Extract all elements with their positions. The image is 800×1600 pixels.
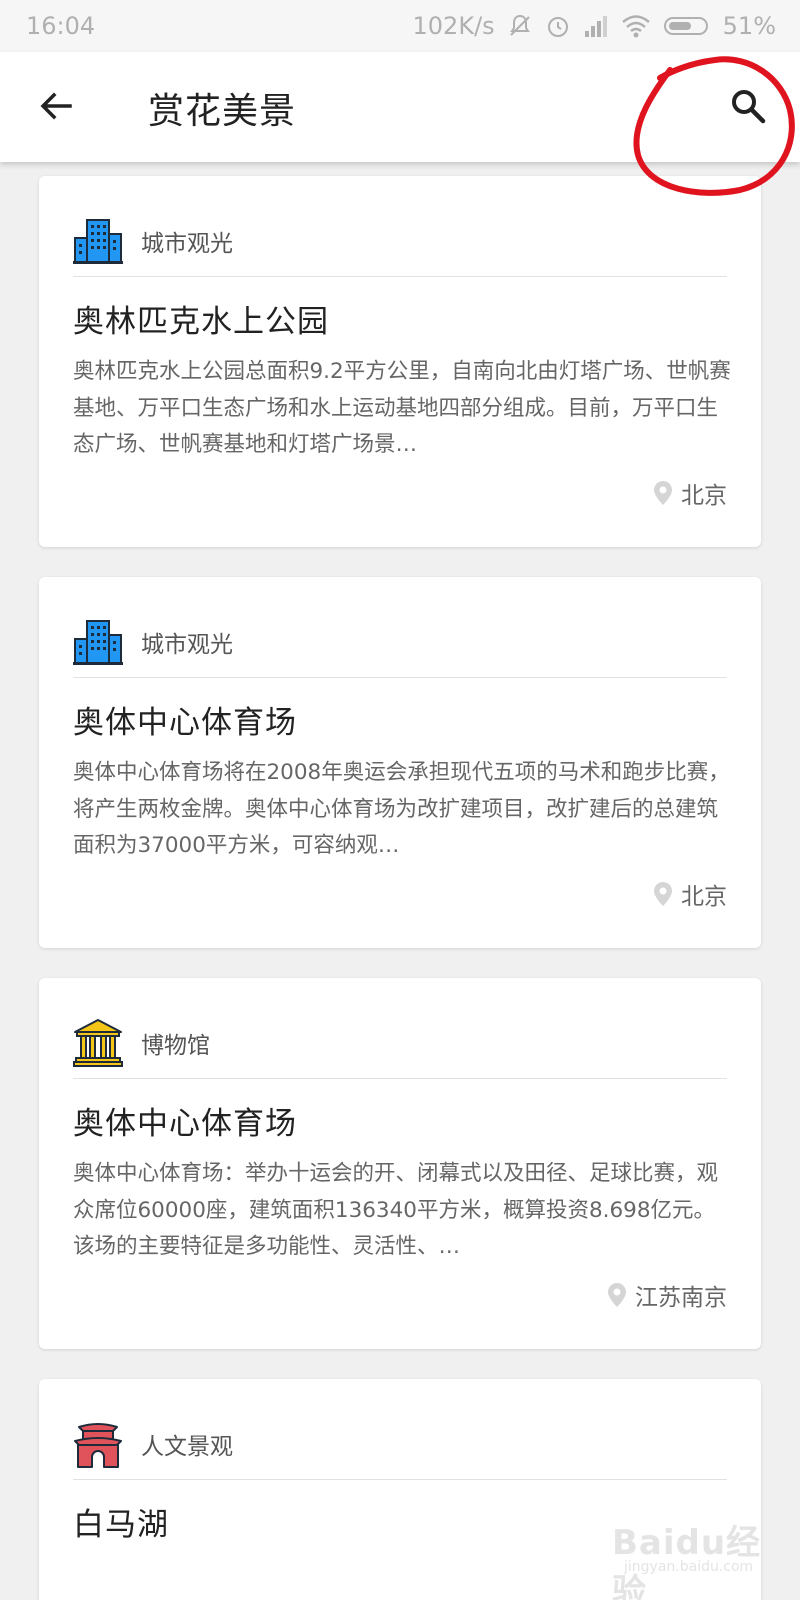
network-speed: 102K/s (412, 12, 495, 40)
back-button[interactable] (36, 86, 76, 126)
city-buildings-icon (73, 216, 123, 266)
alarm-icon (545, 13, 571, 39)
watermark-url: jingyan.baidu.com (624, 1559, 754, 1575)
spot-description: 奥林匹克水上公园总面积9.2平方公里，自南向北由灯塔广场、世帆赛基地、万平口生态… (73, 359, 731, 457)
card-header: 博物馆 (73, 1012, 727, 1074)
divider (73, 1078, 727, 1079)
museum-icon (73, 1018, 123, 1068)
spot-card[interactable]: 城市观光 奥林匹克水上公园 奥林匹克水上公园总面积9.2平方公里，自南向北由灯塔… (39, 176, 761, 547)
category-label: 博物馆 (141, 1033, 210, 1059)
signal-icon (583, 13, 609, 39)
spot-list[interactable]: 城市观光 奥林匹克水上公园 奥林匹克水上公园总面积9.2平方公里，自南向北由灯塔… (0, 162, 800, 1600)
spot-title: 奥体中心体育场 (73, 705, 297, 741)
card-header: 人文景观 (73, 1413, 727, 1475)
watermark: Baidu经验 jingyan.baidu.com (612, 1515, 792, 1600)
battery-level: 51% (722, 12, 776, 40)
wifi-icon (621, 13, 651, 39)
location-pin-icon (654, 882, 672, 906)
status-indicators: 102K/s 51% (413, 12, 776, 40)
mute-bell-icon (507, 13, 533, 39)
location-text: 北京 (681, 483, 727, 509)
location-pin-icon (654, 481, 672, 505)
battery-icon (663, 13, 711, 39)
spot-card[interactable]: 城市观光 奥体中心体育场 奥体中心体育场将在2008年奥运会承担现代五项的马术和… (39, 577, 761, 948)
search-button[interactable] (726, 84, 770, 128)
spot-title: 奥林匹克水上公园 (73, 304, 329, 340)
page-title: 赏花美景 (148, 91, 297, 132)
spot-card[interactable]: 博物馆 奥体中心体育场 奥体中心体育场：举办十运会的开、闭幕式以及田径、足球比赛… (39, 978, 761, 1349)
location-text: 北京 (681, 884, 727, 910)
arrow-left-icon (40, 92, 72, 120)
category-label: 人文景观 (141, 1434, 233, 1460)
card-header: 城市观光 (73, 210, 727, 272)
status-bar: 16:04 102K/s 51% (0, 0, 800, 52)
spot-location: 北京 (653, 877, 727, 911)
category-label: 城市观光 (141, 632, 233, 658)
divider (73, 677, 727, 678)
spot-title: 奥体中心体育场 (73, 1106, 297, 1142)
spot-title: 白马湖 (73, 1507, 169, 1543)
spot-location: 江苏南京 (607, 1278, 727, 1312)
location-pin-icon (608, 1283, 626, 1307)
divider (73, 276, 727, 277)
status-time: 16:04 (26, 12, 96, 40)
watermark-logo: Baidu经验 (612, 1523, 762, 1600)
divider (73, 1479, 727, 1480)
category-label: 城市观光 (141, 231, 233, 257)
card-header: 城市观光 (73, 611, 727, 673)
spot-location: 北京 (653, 476, 727, 510)
city-buildings-icon (73, 617, 123, 667)
location-text: 江苏南京 (635, 1285, 727, 1311)
search-icon (732, 90, 766, 124)
gate-tower-icon (73, 1419, 123, 1469)
spot-description: 奥体中心体育场将在2008年奥运会承担现代五项的马术和跑步比赛，将产生两枚金牌。… (73, 760, 730, 858)
app-bar: 赏花美景 (0, 52, 800, 162)
spot-description: 奥体中心体育场：举办十运会的开、闭幕式以及田径、足球比赛，观众席位60000座，… (73, 1161, 719, 1259)
